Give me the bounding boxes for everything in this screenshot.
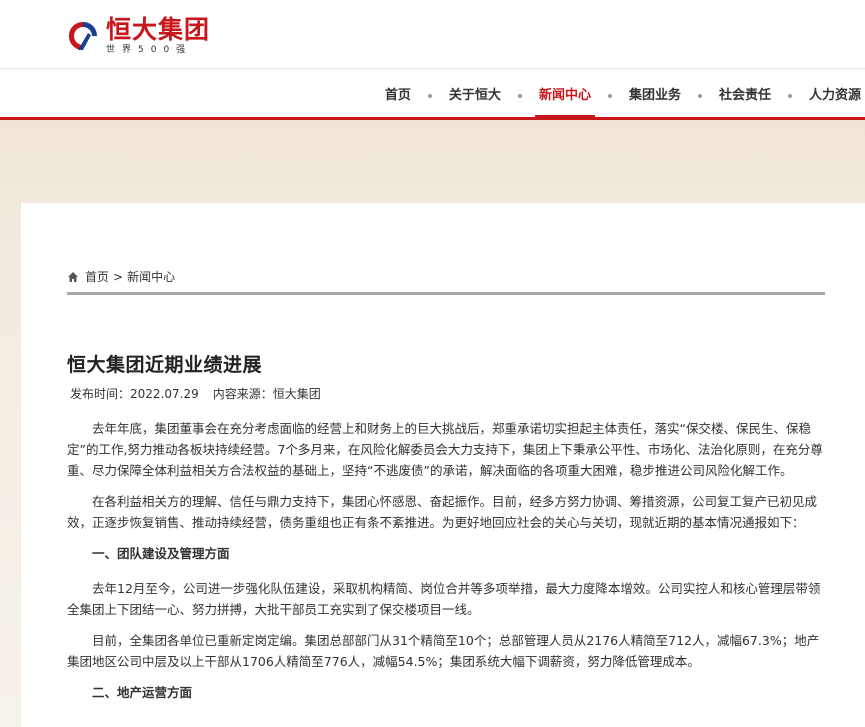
article-paragraph: 去年12月至今，公司进一步强化队伍建设，采取机构精简、岗位合并等多项举措，最大力… (67, 581, 821, 617)
evergrande-logo-icon (69, 22, 97, 50)
nav-separator (607, 94, 612, 98)
publish-date: 2022.07.29 (130, 387, 199, 401)
breadcrumb-home-link[interactable]: 首页 (85, 268, 109, 286)
article-paragraph: 目前，全集团各单位已重新定岗定编。集团总部部门从31个精简至10个；总部管理人员… (67, 633, 820, 669)
article-body: 去年年底，集团董事会在充分考虑面临的经营上和财务上的巨大挑战后，郑重承诺切实担起… (67, 418, 827, 717)
section-heading: 二、地产运营方面 (92, 685, 193, 700)
nav-item-news[interactable]: 新闻中心 (534, 69, 595, 117)
nav-item-csr[interactable]: 社会责任 (715, 69, 775, 117)
brand-subtitle: 世界500强 (106, 44, 193, 55)
article-title: 恒大集团近期业绩进展 (67, 354, 263, 376)
nav-separator (697, 94, 702, 98)
source-value: 恒大集团 (272, 387, 321, 401)
nav-item-hr[interactable]: 人力资源 (805, 69, 865, 117)
breadcrumb-current[interactable]: 新闻中心 (127, 268, 175, 286)
source-label: 内容来源： (212, 387, 273, 401)
breadcrumb-separator: > (113, 270, 124, 284)
nav-separator (787, 94, 792, 98)
article-paragraph: 去年年底，集团董事会在充分考虑面临的经营上和财务上的巨大挑战后，郑重承诺切实担起… (67, 421, 823, 478)
article-paragraph: 在各利益相关方的理解、信任与鼎力支持下，集团心怀感恩、奋起振作。目前，经多方努力… (67, 494, 818, 530)
brand-name: 恒大集团 (106, 14, 211, 44)
nav-item-home[interactable]: 首页 (381, 69, 415, 117)
section-heading: 一、团队建设及管理方面 (92, 546, 230, 561)
breadcrumb: 首页 > 新闻中心 (67, 268, 175, 286)
nav-separator (517, 94, 522, 98)
home-icon (68, 272, 78, 282)
site-header: 恒大集团 世界500强 (0, 0, 865, 69)
breadcrumb-divider (67, 292, 825, 295)
nav-separator (427, 94, 432, 98)
nav-item-business[interactable]: 集团业务 (625, 69, 685, 117)
main-nav: 首页 关于恒大 新闻中心 集团业务 社会责任 人力资源 (0, 69, 865, 117)
article-meta: 发布时间：2022.07.29 内容来源：恒大集团 (70, 385, 321, 402)
brand-logo[interactable]: 恒大集团 世界500强 (66, 16, 210, 56)
publish-label: 发布时间： (70, 387, 131, 401)
nav-item-about[interactable]: 关于恒大 (445, 69, 505, 117)
